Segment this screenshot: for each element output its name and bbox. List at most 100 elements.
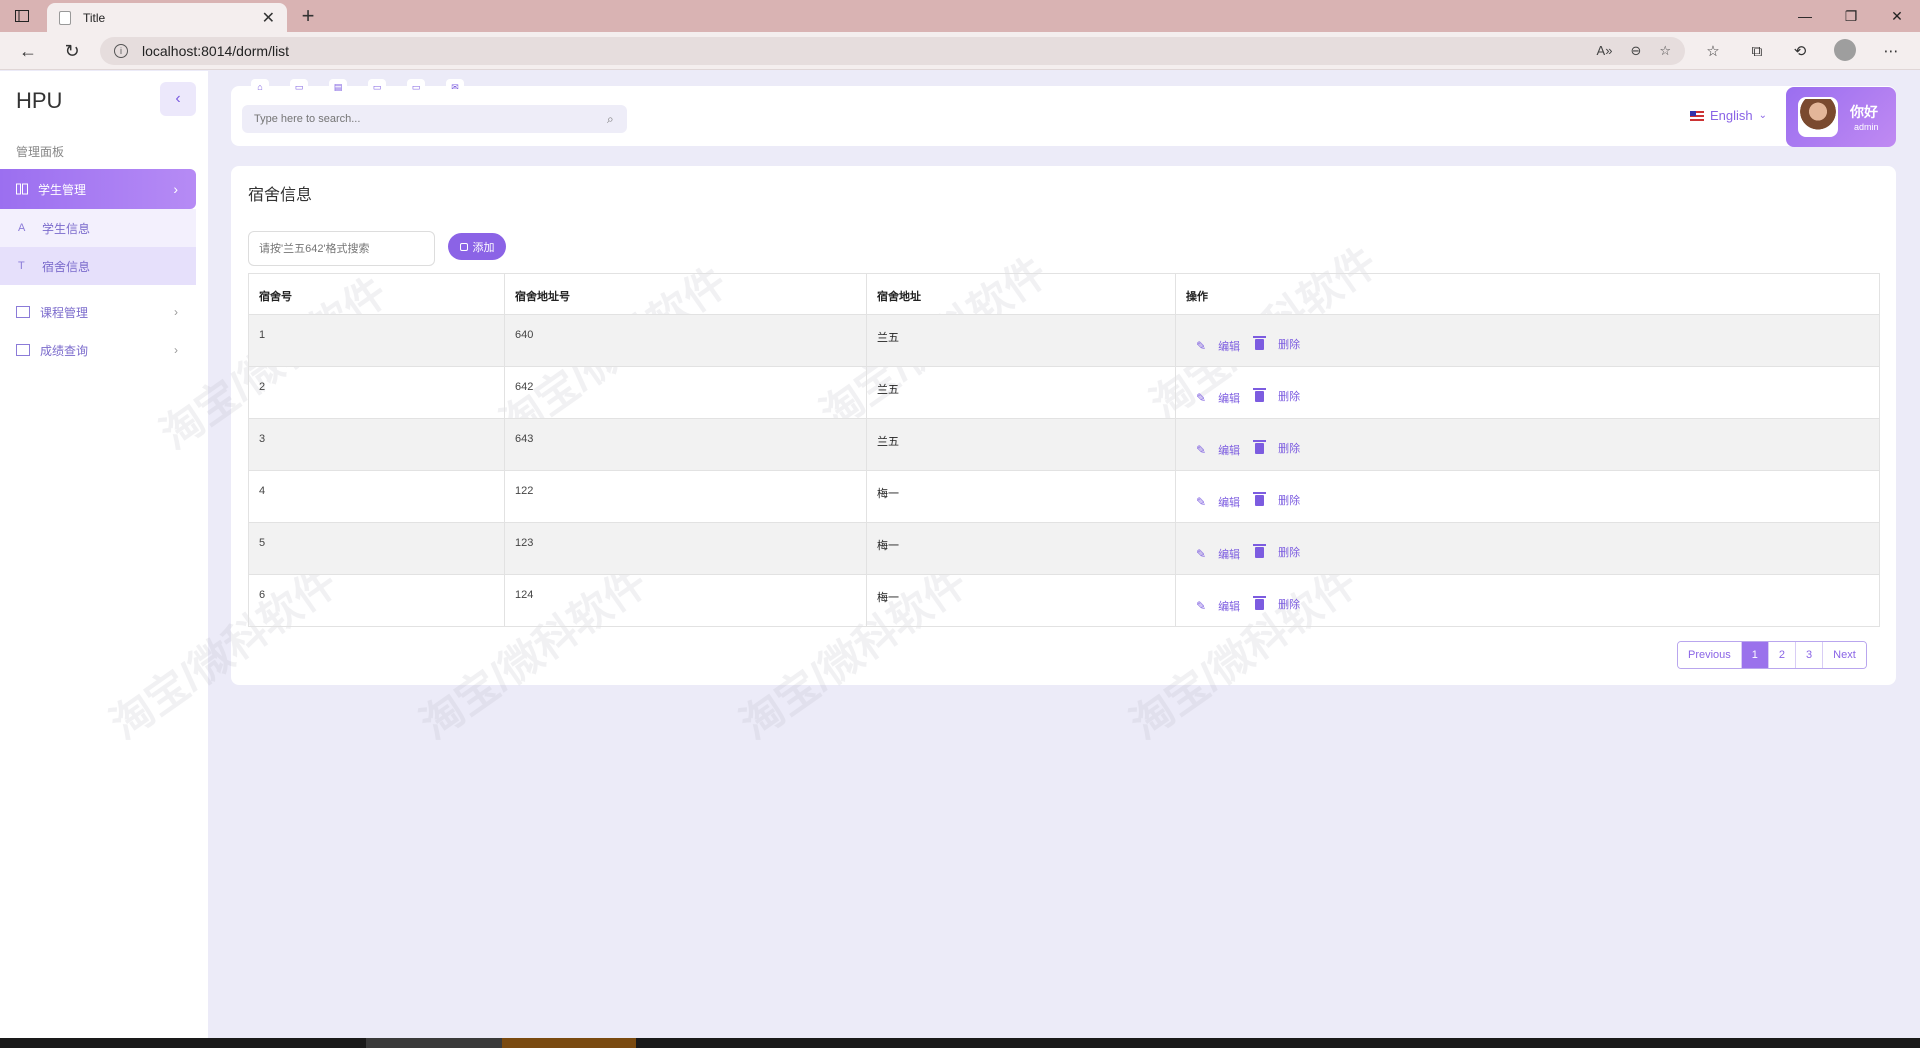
mail-icon[interactable]: ✉ — [446, 79, 464, 95]
chat-icon[interactable]: ▭ — [368, 79, 386, 95]
dorm-address-cell: 梅一 — [866, 522, 1176, 575]
user-name: admin — [1854, 122, 1879, 132]
browser-tab[interactable]: Title ✕ — [47, 3, 287, 32]
note-icon[interactable]: ▭ — [407, 79, 425, 95]
building-icon — [16, 183, 28, 195]
quick-links: ⌂ ▭ ▤ ▭ ▭ ✉ — [251, 79, 464, 95]
restore-button[interactable]: ❐ — [1828, 0, 1874, 32]
page-2-button[interactable]: 2 — [1768, 642, 1797, 668]
favorite-add-icon[interactable]: ☆ — [1659, 43, 1671, 59]
chevron-right-icon: › — [174, 343, 178, 357]
page-1-button[interactable]: 1 — [1741, 642, 1769, 668]
minimize-button[interactable]: — — [1782, 0, 1828, 32]
sidebar-item-course-management[interactable]: 课程管理 › — [0, 293, 196, 331]
back-button[interactable]: ← — [14, 38, 42, 64]
profile-icon[interactable] — [1834, 39, 1856, 61]
collapse-sidebar-button[interactable]: ‹ — [160, 82, 196, 116]
add-label: 添加 — [472, 241, 495, 254]
dorm-number-cell: 123 — [504, 522, 867, 575]
table-row: 6 124 梅一 ✎ 编辑 删除 — [248, 574, 1880, 627]
site-info-icon[interactable]: i — [114, 44, 128, 58]
column-header: 宿舍地址 — [866, 273, 1176, 315]
dorm-address-cell: 梅一 — [866, 470, 1176, 523]
sidebar-item-student-management[interactable]: 学生管理 › — [0, 169, 196, 209]
brand-logo[interactable]: HPU — [16, 88, 62, 114]
dorm-number-cell: 122 — [504, 470, 867, 523]
tab-actions-icon[interactable] — [12, 7, 32, 25]
document-icon[interactable]: ▤ — [329, 79, 347, 95]
actions-cell: ✎ 编辑 删除 — [1175, 314, 1880, 367]
trash-icon — [1253, 595, 1267, 610]
edit-label: 编辑 — [1218, 600, 1241, 613]
next-page-button[interactable]: Next — [1823, 642, 1866, 668]
edit-button[interactable]: ✎ 编辑 — [1196, 598, 1240, 614]
more-icon[interactable]: ⋯ — [1880, 41, 1902, 61]
edit-button[interactable]: ✎ 编辑 — [1196, 442, 1240, 458]
delete-button[interactable]: 删除 — [1253, 595, 1300, 612]
taskbar-app[interactable] — [366, 1038, 502, 1048]
table-row: 1 640 兰五 ✎ 编辑 删除 — [248, 314, 1880, 367]
table-row: 3 643 兰五 ✎ 编辑 删除 — [248, 418, 1880, 471]
calculator-icon — [16, 344, 30, 356]
user-menu[interactable]: 你好 admin — [1786, 87, 1896, 147]
dorm-id-cell: 3 — [248, 418, 505, 471]
sidebar-item-label: 学生管理 — [38, 182, 87, 197]
new-tab-button[interactable]: + — [294, 3, 322, 29]
letter-a-icon: A — [18, 222, 26, 234]
table-row: 2 642 兰五 ✎ 编辑 删除 — [248, 366, 1880, 419]
message-icon[interactable]: ▭ — [290, 79, 308, 95]
dorm-address-cell: 兰五 — [866, 314, 1176, 367]
table-header-row: 宿舍号 宿舍地址号 宿舍地址 操作 — [248, 273, 1880, 315]
dorm-search-input[interactable] — [248, 231, 435, 266]
column-header: 宿舍地址号 — [504, 273, 867, 315]
letter-t-icon: T — [18, 260, 25, 272]
history-icon[interactable]: ⟲ — [1789, 41, 1811, 61]
page-3-button[interactable]: 3 — [1796, 642, 1824, 668]
read-aloud-icon[interactable]: A» — [1597, 43, 1613, 59]
taskbar-app[interactable] — [502, 1038, 636, 1048]
sidebar-item-label: 学生信息 — [42, 221, 91, 236]
add-button[interactable]: 添加 — [448, 233, 506, 260]
dorm-id-cell: 2 — [248, 366, 505, 419]
close-tab-icon[interactable]: ✕ — [262, 8, 275, 28]
chevron-down-icon: ⌄ — [1758, 110, 1768, 121]
zoom-out-icon[interactable]: ⊖ — [1630, 43, 1641, 59]
actions-cell: ✎ 编辑 删除 — [1175, 366, 1880, 419]
sidebar-section-label: 管理面板 — [16, 145, 65, 159]
collections-icon[interactable]: ⧉ — [1746, 41, 1768, 61]
delete-button[interactable]: 删除 — [1253, 387, 1300, 404]
url-field[interactable]: i localhost:8014/dorm/list A» ⊖ ☆ — [100, 37, 1685, 65]
sidebar-item-student-info[interactable]: A 学生信息 — [0, 209, 196, 247]
language-selector[interactable]: English ⌄ — [1690, 108, 1767, 123]
delete-button[interactable]: 删除 — [1253, 439, 1300, 456]
avatar — [1798, 97, 1838, 137]
search-input[interactable] — [254, 113, 607, 125]
home-icon[interactable]: ⌂ — [251, 79, 269, 95]
us-flag-icon — [1690, 110, 1704, 121]
actions-cell: ✎ 编辑 删除 — [1175, 418, 1880, 471]
close-window-button[interactable]: ✕ — [1874, 0, 1920, 32]
dorm-address-cell: 兰五 — [866, 366, 1176, 419]
edit-button[interactable]: ✎ 编辑 — [1196, 390, 1240, 406]
edit-button[interactable]: ✎ 编辑 — [1196, 494, 1240, 510]
search-icon[interactable]: ⌕ — [607, 112, 627, 127]
edit-button[interactable]: ✎ 编辑 — [1196, 338, 1240, 354]
sidebar-item-dorm-info[interactable]: T 宿舍信息 — [0, 247, 196, 285]
favorites-icon[interactable]: ☆ — [1702, 41, 1724, 61]
actions-cell: ✎ 编辑 删除 — [1175, 522, 1880, 575]
taskbar — [0, 1038, 1920, 1048]
dorm-number-cell: 640 — [504, 314, 867, 367]
dorm-number-cell: 642 — [504, 366, 867, 419]
previous-page-button[interactable]: Previous — [1678, 642, 1742, 668]
sidebar-item-grade-query[interactable]: 成绩查询 › — [0, 331, 196, 369]
delete-button[interactable]: 删除 — [1253, 543, 1300, 560]
refresh-button[interactable]: ↻ — [58, 38, 86, 64]
user-greeting: 你好 — [1850, 104, 1878, 120]
delete-button[interactable]: 删除 — [1253, 335, 1300, 352]
trash-icon — [1253, 491, 1267, 506]
language-label: English — [1710, 108, 1753, 123]
dorm-number-cell: 124 — [504, 574, 867, 627]
dorm-id-cell: 4 — [248, 470, 505, 523]
delete-button[interactable]: 删除 — [1253, 491, 1300, 508]
edit-button[interactable]: ✎ 编辑 — [1196, 546, 1240, 562]
